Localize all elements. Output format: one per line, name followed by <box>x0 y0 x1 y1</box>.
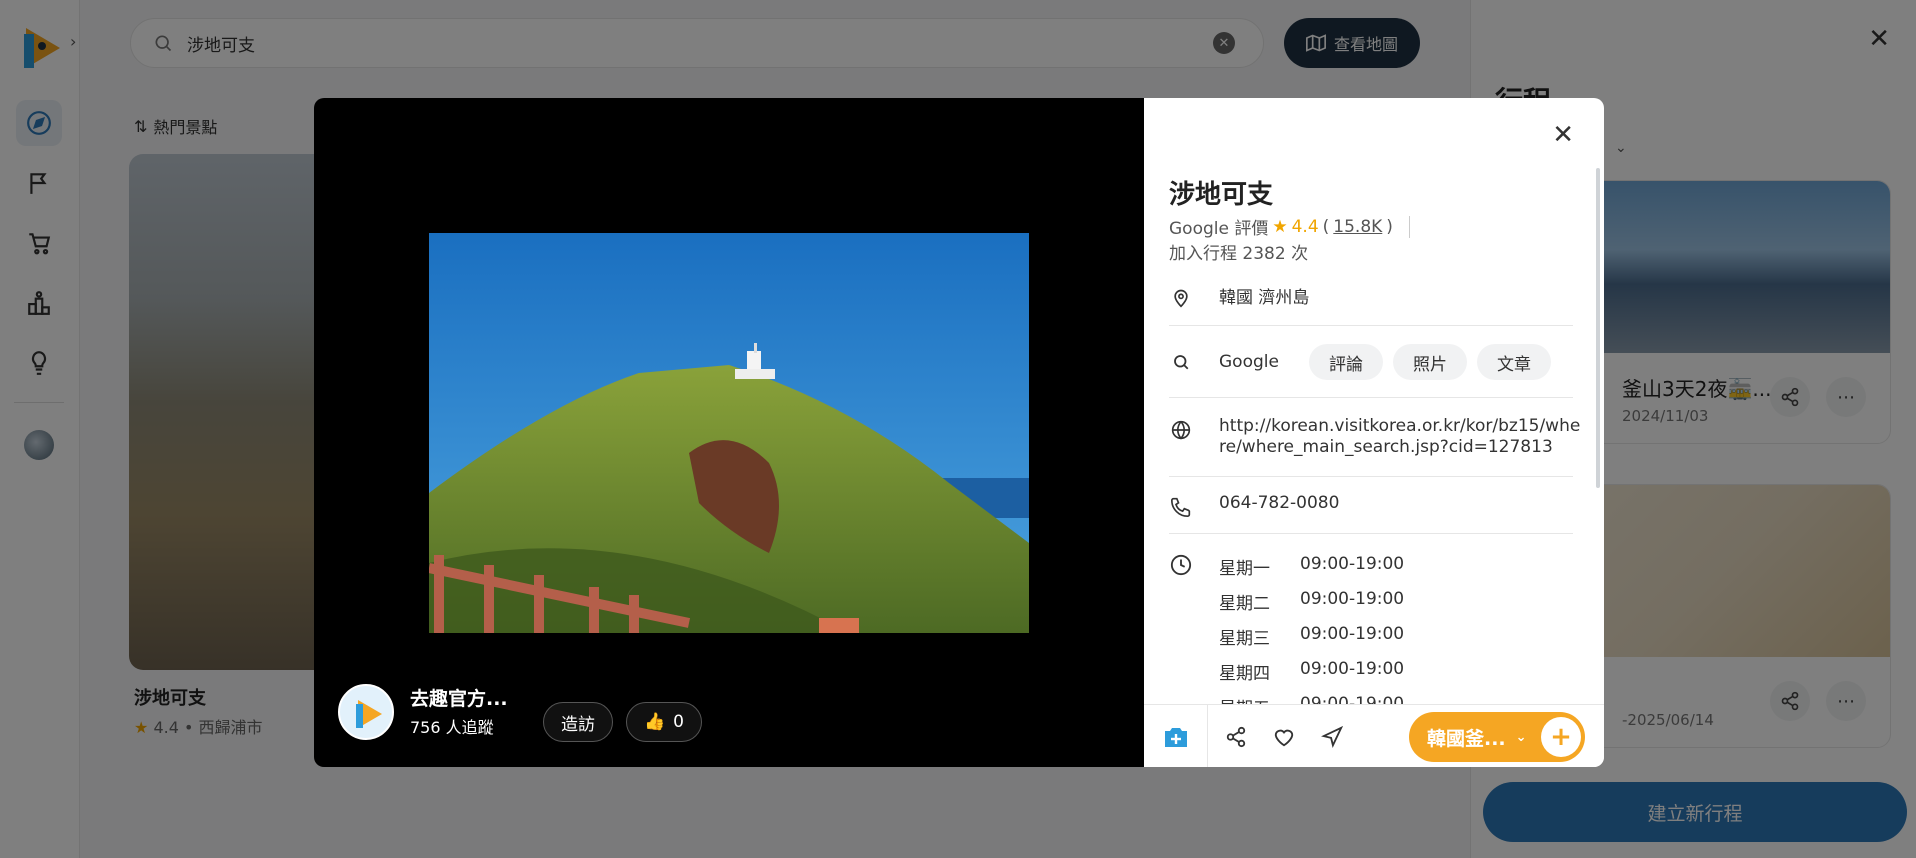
owner-name[interactable]: 去趣官方... <box>410 684 508 711</box>
rating-value: 4.4 <box>1291 216 1319 237</box>
like-button[interactable]: 👍 0 <box>626 702 702 742</box>
action-bar: 韓國釜... ⌄ + <box>1144 704 1604 767</box>
divider <box>1408 215 1410 238</box>
hours-day: 星期五 <box>1219 694 1270 704</box>
heart-icon[interactable] <box>1270 723 1298 751</box>
review-count-link[interactable]: 15.8K <box>1333 217 1382 237</box>
location-pin-icon <box>1169 286 1193 310</box>
hours-time: 09:00-19:00 <box>1300 554 1405 574</box>
hours-day: 星期四 <box>1219 664 1270 684</box>
hours-row: 星期一 09:00-19:00 <box>1219 554 1404 579</box>
chip-photos[interactable]: 照片 <box>1393 344 1467 380</box>
location-text: 韓國 濟州島 <box>1219 288 1310 308</box>
trip-selector[interactable]: 韓國釜... ⌄ + <box>1409 712 1585 762</box>
website-link[interactable]: http://korean.visitkorea.or.kr/kor/bz15/… <box>1219 416 1580 458</box>
share-icon[interactable] <box>1222 723 1250 751</box>
close-modal-icon[interactable]: ✕ <box>1552 120 1574 150</box>
paren-close: ) <box>1386 216 1393 237</box>
place-info-panel: 涉地可支 Google 評價 ★ 4.4 ( 15.8K ) 加入行程 2382… <box>1144 98 1604 767</box>
hours-time: 09:00-19:00 <box>1300 659 1405 679</box>
hours-day: 星期三 <box>1219 629 1270 649</box>
chevron-down-icon: ⌄ <box>1515 729 1527 745</box>
camera-plus-icon <box>1164 727 1187 747</box>
google-rating: Google 評價 ★ 4.4 ( 15.8K ) <box>1169 214 1410 239</box>
phone-number[interactable]: 064-782-0080 <box>1219 493 1339 514</box>
phone-row: 064-782-0080 <box>1169 477 1573 534</box>
add-to-trip-button[interactable]: + <box>1541 717 1581 757</box>
search-row: Google 評論 照片 文章 <box>1169 326 1573 398</box>
hours-row: 星期二 09:00-19:00 <box>1219 589 1404 614</box>
photo-image <box>429 233 1029 633</box>
paren-open: ( <box>1322 216 1330 237</box>
hours-time: 09:00-19:00 <box>1300 694 1405 704</box>
navigate-icon[interactable] <box>1318 723 1346 751</box>
photo-viewer: 去趣官方... 756 人追蹤 造訪 👍 0 <box>314 98 1144 767</box>
added-count: 加入行程 2382 次 <box>1169 244 1309 264</box>
website-line-1: http://korean.visitkorea.or.kr/kor/bz15/… <box>1219 416 1581 436</box>
trip-selector-label: 韓國釜... <box>1427 727 1506 750</box>
google-search-link[interactable]: Google <box>1219 352 1279 373</box>
owner-avatar[interactable] <box>338 684 394 740</box>
visit-button[interactable]: 造訪 <box>543 702 613 742</box>
place-photo[interactable] <box>429 233 1029 633</box>
thumbs-up-icon: 👍 <box>644 712 666 732</box>
info-scrollbar[interactable] <box>1596 168 1600 488</box>
hours-row: 星期五 09:00-19:00 <box>1219 694 1404 704</box>
hours-time: 09:00-19:00 <box>1300 624 1405 644</box>
visit-label: 造訪 <box>561 714 595 735</box>
place-title: 涉地可支 <box>1169 180 1274 210</box>
hours-day: 星期一 <box>1219 559 1270 579</box>
phone-icon <box>1169 495 1193 519</box>
website-row: http://korean.visitkorea.or.kr/kor/bz15/… <box>1169 398 1580 477</box>
add-photo-button[interactable] <box>1144 705 1208 767</box>
hours-time: 09:00-19:00 <box>1300 589 1405 609</box>
clock-icon <box>1169 553 1193 577</box>
place-info-scroll[interactable]: 涉地可支 Google 評價 ★ 4.4 ( 15.8K ) 加入行程 2382… <box>1144 98 1604 704</box>
website-line-2: re/where_main_search.jsp?cid=127813 <box>1219 437 1553 457</box>
globe-icon <box>1169 418 1193 442</box>
hours-row: 星期四 09:00-19:00 <box>1219 659 1404 684</box>
chip-articles[interactable]: 文章 <box>1477 344 1551 380</box>
hours-day: 星期二 <box>1219 594 1270 614</box>
star-icon: ★ <box>1272 216 1288 237</box>
hours-row: 星期三 09:00-19:00 <box>1219 624 1404 649</box>
owner-followers: 756 人追蹤 <box>410 718 494 737</box>
like-count: 0 <box>673 712 684 732</box>
search-icon <box>1169 350 1193 374</box>
chip-reviews[interactable]: 評論 <box>1309 344 1383 380</box>
location-row: 韓國 濟州島 <box>1169 276 1573 326</box>
rating-source: Google 評價 <box>1169 219 1269 239</box>
place-detail-modal: 去趣官方... 756 人追蹤 造訪 👍 0 涉地可支 Google 評價 ★ … <box>314 98 1604 767</box>
owner-logo-icon <box>356 700 382 728</box>
